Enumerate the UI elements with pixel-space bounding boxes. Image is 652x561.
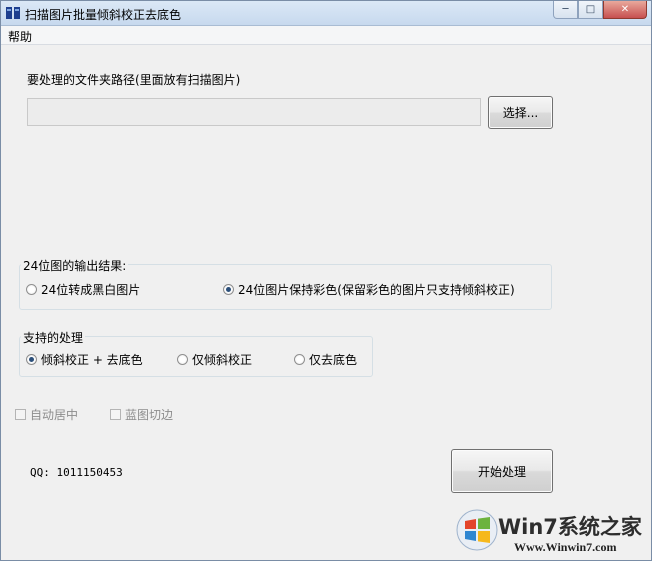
app-icon [6, 7, 20, 19]
start-processing-button[interactable]: 开始处理 [451, 449, 553, 493]
radio-label-deskew-remove-bg: 倾斜校正 + 去底色 [41, 353, 143, 367]
radio-deskew-remove-bg[interactable]: 倾斜校正 + 去底色 [26, 351, 143, 368]
maximize-button[interactable]: □ [578, 1, 603, 19]
watermark: Win7系统之家 Www.Winwin7.com [454, 503, 650, 559]
radio-circle-deskew-remove-bg [26, 354, 37, 365]
window-controls: ─ □ ✕ [553, 1, 647, 20]
checkbox-blueprint-trim[interactable]: 蓝图切边 [110, 406, 173, 423]
checkbox-box-auto-center [15, 409, 26, 420]
radio-black-white[interactable]: 24位转成黑白图片 [26, 281, 140, 298]
minimize-button[interactable]: ─ [553, 1, 578, 19]
radio-label-black-white: 24位转成黑白图片 [41, 283, 141, 297]
checkbox-label-blueprint-trim: 蓝图切边 [125, 408, 174, 422]
radio-circle-deskew-only [177, 354, 188, 365]
checkbox-label-auto-center: 自动居中 [30, 408, 79, 422]
close-button[interactable]: ✕ [603, 1, 647, 19]
contact-qq: QQ: 1011150453 [30, 466, 123, 479]
output24-group-title: 24位图的输出结果: [21, 257, 129, 274]
menu-bar: 帮助 [1, 26, 651, 45]
processing-group-title: 支持的处理 [21, 329, 86, 346]
radio-deskew-only[interactable]: 仅倾斜校正 [177, 351, 252, 368]
watermark-url: Www.Winwin7.com [514, 540, 617, 554]
main-window: 扫描图片批量倾斜校正去底色 ─ □ ✕ 帮助 要处理的文件夹路径(里面放有扫描图… [0, 0, 652, 561]
menu-item-help[interactable]: 帮助 [8, 28, 32, 45]
radio-label-keep-color: 24位图片保持彩色(保留彩色的图片只支持倾斜校正) [238, 283, 515, 297]
radio-circle-keep-color [223, 284, 234, 295]
checkbox-auto-center[interactable]: 自动居中 [15, 406, 78, 423]
title-bar[interactable]: 扫描图片批量倾斜校正去底色 ─ □ ✕ [1, 1, 651, 26]
radio-circle-black-white [26, 284, 37, 295]
close-icon: ✕ [620, 4, 630, 15]
checkbox-box-blueprint-trim [110, 409, 121, 420]
radio-keep-color[interactable]: 24位图片保持彩色(保留彩色的图片只支持倾斜校正) [223, 281, 515, 298]
watermark-brand: Win7系统之家 [498, 515, 642, 539]
minimize-icon: ─ [562, 4, 569, 15]
browse-button[interactable]: 选择... [488, 96, 553, 129]
window-title: 扫描图片批量倾斜校正去底色 [25, 8, 182, 22]
radio-remove-bg-only[interactable]: 仅去底色 [294, 351, 357, 368]
radio-label-deskew-only: 仅倾斜校正 [192, 353, 253, 367]
folder-path-input[interactable] [27, 98, 481, 126]
radio-circle-remove-bg-only [294, 354, 305, 365]
radio-label-remove-bg-only: 仅去底色 [309, 353, 358, 367]
folder-path-label: 要处理的文件夹路径(里面放有扫描图片) [27, 73, 241, 87]
windows-logo-icon [456, 509, 498, 551]
maximize-icon: □ [585, 4, 596, 15]
